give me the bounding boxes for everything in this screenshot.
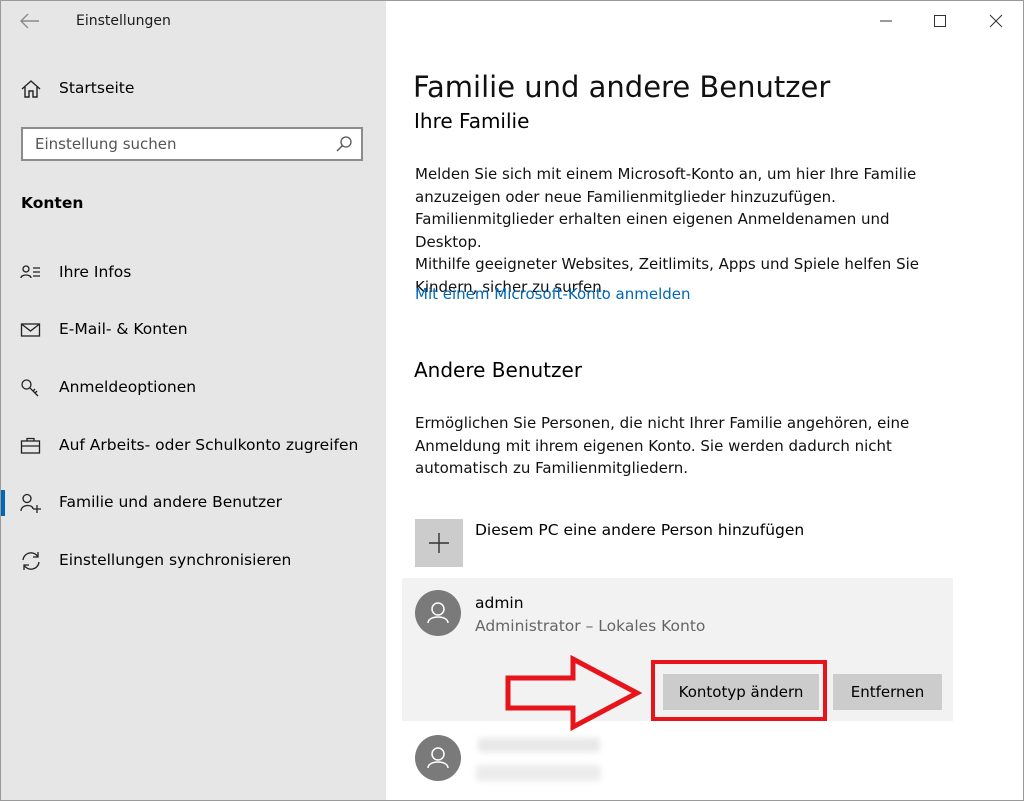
close-icon[interactable] — [984, 9, 1008, 33]
add-person-button[interactable] — [415, 519, 463, 567]
sidebar-item-label: Familie und andere Benutzer — [59, 493, 283, 511]
page-title: Familie und andere Benutzer — [413, 70, 831, 104]
home-label: Startseite — [59, 79, 135, 97]
user-name: admin — [475, 594, 524, 612]
remove-user-button[interactable]: Entfernen — [833, 674, 942, 710]
settings-window: Einstellungen Startseite Konten Ihre Inf… — [0, 0, 1024, 801]
family-description: Melden Sie sich mit einem Microsoft-Kont… — [415, 163, 960, 298]
user-role: Administrator – Lokales Konto — [475, 617, 706, 635]
other-users-description-line: Anmeldung mit ihrem eigenen Konto. Sie w… — [415, 436, 892, 455]
search-input[interactable] — [23, 129, 335, 159]
sidebar-item-label: E-Mail- & Konten — [59, 320, 188, 338]
blurred-user-name — [478, 738, 600, 752]
user-icon — [427, 747, 449, 769]
minimize-icon[interactable] — [874, 9, 898, 33]
blurred-user-role — [476, 765, 601, 781]
avatar — [415, 590, 461, 636]
other-users-description-line: automatisch zu Familienmitgliedern. — [415, 459, 689, 477]
plus-icon — [429, 533, 449, 553]
sidebar-item-anmeldeoptionen[interactable]: Anmeldeoptionen — [1, 365, 386, 411]
home-icon — [20, 79, 42, 99]
sidebar-item-arbeitskonto[interactable]: Auf Arbeits- oder Schulkonto zugreifen — [1, 423, 386, 469]
window-title: Einstellungen — [76, 13, 171, 29]
key-icon — [20, 378, 42, 398]
sidebar-item-email-konten[interactable]: E-Mail- & Konten — [1, 307, 386, 353]
sidebar-item-label: Ihre Infos — [59, 263, 132, 281]
add-user-icon — [20, 493, 42, 513]
other-users-description-line: Ermöglichen Sie Personen, die nicht Ihre… — [415, 414, 910, 432]
annotation-arrow — [505, 654, 643, 732]
other-users-heading: Andere Benutzer — [414, 358, 583, 382]
search-box[interactable] — [21, 127, 363, 161]
avatar — [415, 735, 461, 781]
family-heading: Ihre Familie — [414, 109, 530, 131]
mail-icon — [20, 320, 42, 340]
sync-icon — [20, 551, 42, 571]
other-users-description: Ermöglichen Sie Personen, die nicht Ihre… — [415, 412, 960, 480]
microsoft-signin-link[interactable]: Mit einem Microsoft-Konto anmelden — [415, 285, 691, 303]
user-icon — [427, 602, 449, 624]
family-description-line: Mithilfe geeigneter Websites, Zeitlimits… — [415, 255, 920, 273]
briefcase-icon — [20, 436, 42, 456]
maximize-icon[interactable] — [928, 9, 952, 33]
main-content: Familie und andere Benutzer Ihre Familie… — [386, 1, 1023, 800]
sidebar-item-label: Anmeldeoptionen — [59, 378, 197, 396]
sidebar-home[interactable]: Startseite — [1, 66, 386, 112]
sidebar-item-label: Einstellungen synchronisieren — [59, 551, 292, 569]
add-person-label[interactable]: Diesem PC eine andere Person hinzufügen — [475, 521, 804, 539]
sidebar-item-familie[interactable]: Familie und andere Benutzer — [1, 480, 386, 526]
sidebar: Einstellungen Startseite Konten Ihre Inf… — [1, 1, 386, 800]
sidebar-item-ihre-infos[interactable]: Ihre Infos — [1, 250, 386, 296]
sidebar-item-label: Auf Arbeits- oder Schulkonto zugreifen — [59, 436, 359, 454]
back-arrow-icon[interactable] — [19, 11, 41, 31]
contact-info-icon — [20, 263, 42, 283]
family-description-line: Familienmitglieder erhalten einen eigene… — [415, 210, 890, 251]
section-title: Konten — [21, 194, 84, 212]
search-icon[interactable] — [335, 135, 353, 153]
family-description-line: Melden Sie sich mit einem Microsoft-Kont… — [415, 165, 917, 183]
highlight-box — [651, 660, 827, 721]
selected-indicator — [1, 490, 5, 516]
family-description-line: anzuzeigen oder neue Familienmitglieder … — [415, 187, 836, 206]
sidebar-item-synchronisieren[interactable]: Einstellungen synchronisieren — [1, 538, 386, 584]
